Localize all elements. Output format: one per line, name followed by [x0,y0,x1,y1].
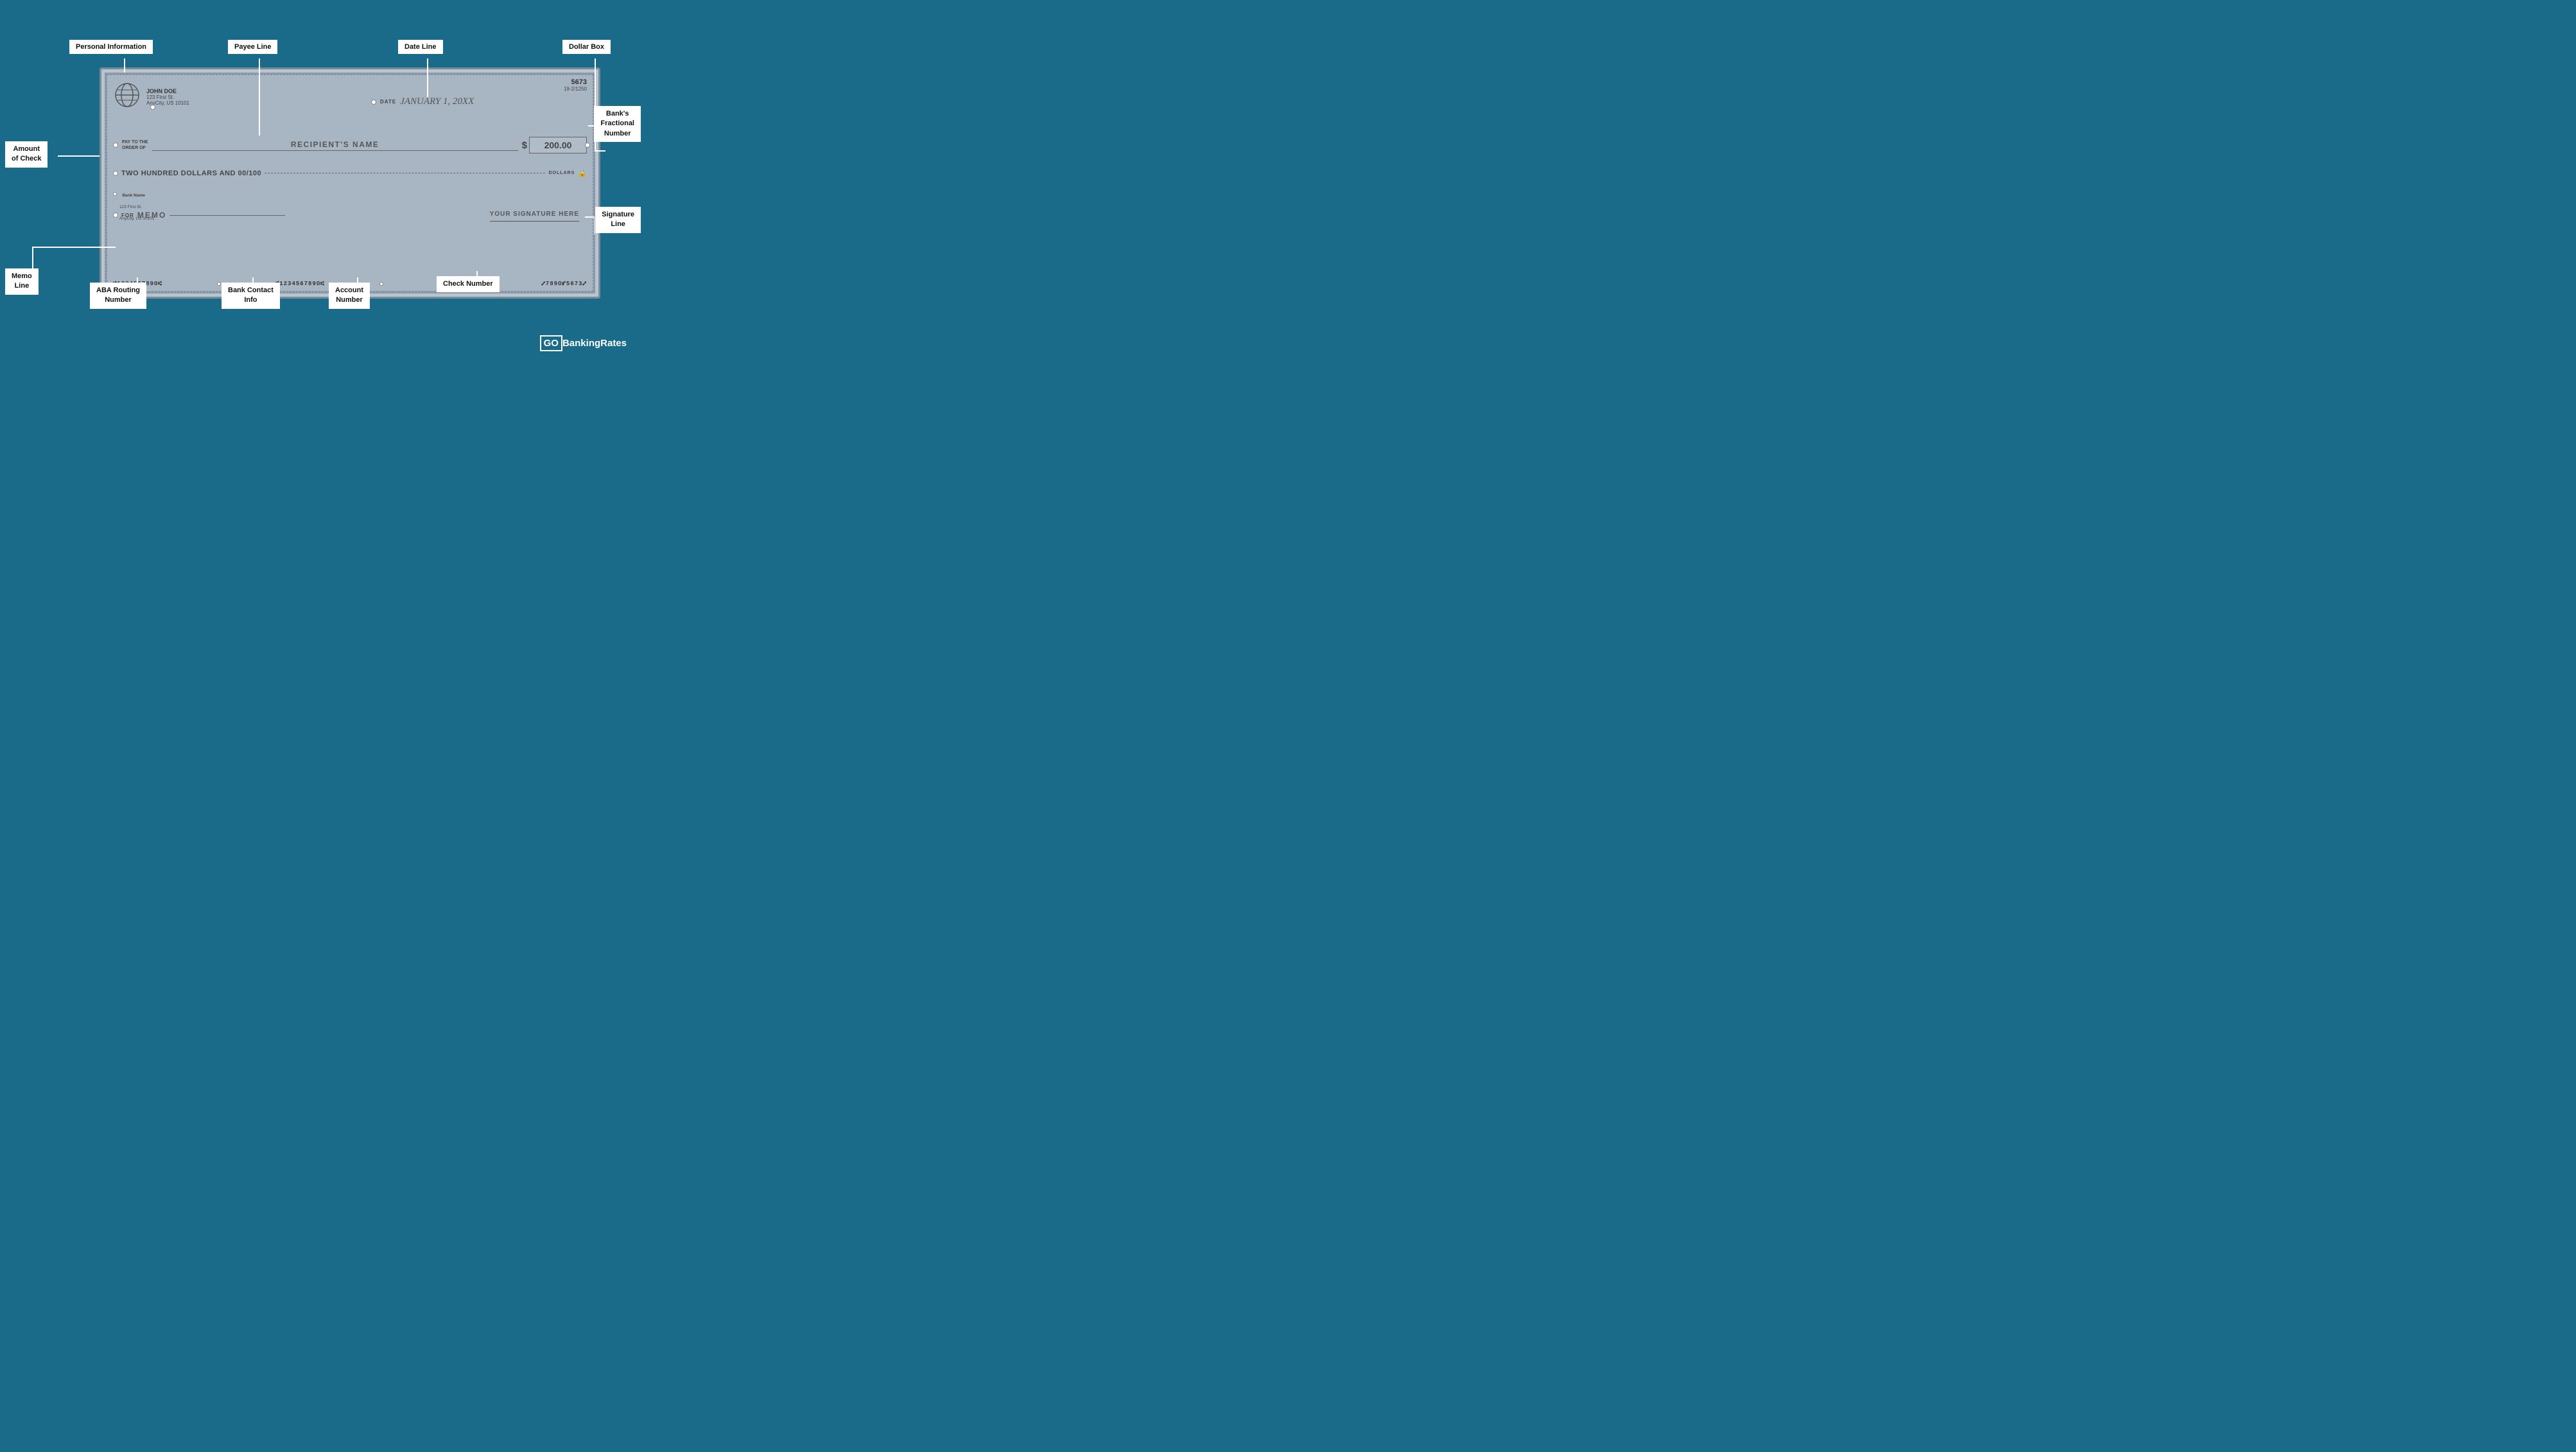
check-num-micr: ⑇789O⑈5673⑇ [542,281,587,287]
bank-contact-info-label: Bank ContactInfo [222,283,280,309]
amount-of-check-label: Amountof Check [5,141,48,168]
dollar-box-area: $ 200.00 [522,137,587,153]
personal-info-text: JOHN DOE 123 First St. AnyCity, US 10101 [146,88,189,106]
check-container: 5673 19-2/1250 JOHN DOE 123 First St [100,67,600,299]
date-area: DATE JANUARY 1, 20XX [371,96,474,107]
globe-icon [113,81,141,112]
bank-info-dot [113,192,117,196]
dollar-box: 200.00 [529,137,587,153]
signature-line-label: SignatureLine [595,207,641,233]
pay-to-area: PAY TO THEORDER OF RECIPIENT'S NAME $ 20… [113,137,587,153]
memo-line-label: MemoLine [5,268,39,295]
date-label: DATE [380,99,396,105]
date-value: JANUARY 1, 20XX [400,96,474,107]
logo-go: GO [540,335,562,351]
dollar-box-dot [585,143,590,148]
logo-banking-rates: BankingRates [562,338,627,349]
check-number: 5673 19-2/1250 [564,78,587,92]
bank-contact-micr: ⑆123456789O⑆ [275,281,325,287]
memo-text: MEMO [137,211,166,220]
pay-to-label: PAY TO THEORDER OF [122,139,148,151]
payee-line-label: Payee Line [228,40,277,54]
written-amount-area: TWO HUNDRED DOLLARS AND 00/100 DOLLARS 🔒 [113,169,587,177]
memo-dot [113,213,118,218]
account-number-label: AccountNumber [329,283,370,309]
aba-routing-number-label: ABA RoutingNumber [90,283,146,309]
memo-area: FOR MEMO [113,211,285,220]
date-line-label: Date Line [398,40,443,54]
bank-contact-dot [217,282,221,286]
written-amount: TWO HUNDRED DOLLARS AND 00/100 [121,170,261,177]
date-dot [371,100,376,105]
dollar-box-label: Dollar Box [562,40,611,54]
signature-text: YOUR SIGNATURE HERE [490,211,579,218]
banks-fractional-number-label: Bank'sFractionalNumber [594,106,641,142]
signature-area: YOUR SIGNATURE HERE [490,207,579,222]
recipient-name: RECIPIENT'S NAME [152,140,518,151]
for-label: FOR [121,213,134,218]
page-background: 5673 19-2/1250 JOHN DOE 123 First St [0,0,646,363]
check-number-label: Check Number [437,276,500,292]
lock-icon: 🔒 [578,169,587,177]
dollars-label: DOLLARS [548,171,575,175]
check: 5673 19-2/1250 JOHN DOE 123 First St [100,67,600,299]
written-amount-dot [113,171,118,176]
account-dot [379,282,383,286]
logo: GO BankingRates [540,335,627,351]
payee-dot [113,143,118,148]
personal-information-label: Personal Information [69,40,153,54]
personal-info-dot [150,105,155,110]
dollar-sign: $ [522,140,527,151]
